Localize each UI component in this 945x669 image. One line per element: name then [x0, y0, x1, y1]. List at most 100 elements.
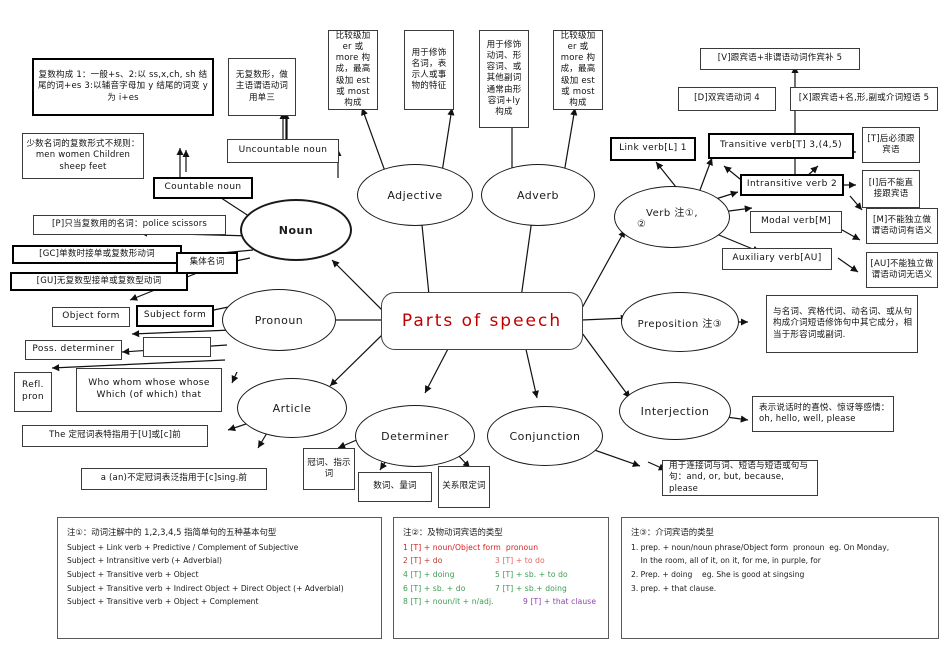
node-noun[interactable]: Noun — [240, 199, 352, 261]
note-3-line-1: In the room, all of it, on it, for me, i… — [631, 556, 821, 566]
determiner-label: Determiner — [381, 429, 449, 443]
uncountable-note-text: 无复数形，做主语谓语动词用单三 — [235, 70, 289, 103]
determiner-item-2-box: 数词、量词 — [358, 472, 432, 502]
note-2-line-4: 5 [T] + sb. + to do — [495, 569, 568, 579]
node-verb[interactable]: Verb 注①, ② — [614, 186, 730, 248]
adverb-comparison-text: 比较级加 er 或 more 构成，最高级加 est 或 most 构成 — [560, 30, 596, 109]
adjective-comparison-text: 比较级加 er 或 more 构成，最高级加 est 或 most 构成 — [335, 30, 371, 109]
intransitive-verb-box: Intransitive verb 2 — [740, 174, 844, 196]
note-2-line-0: 1 [T] + noun/Object form pronoun — [403, 542, 539, 552]
verb-label-line2: ② — [637, 219, 647, 230]
uncountable-noun-box: Uncountable noun — [227, 139, 339, 163]
noun-label: Noun — [278, 223, 314, 237]
noun-gu-box: [GU]无复数型接单或复数型动词 — [10, 272, 188, 291]
transitive-verb-box: Transitive verb[T] 3,(4,5) — [708, 133, 854, 159]
noun-plural-only-box: [P]只当复数用的名词：police scissors — [33, 215, 226, 235]
definite-article-text: The 定冠词表特指用于[U]或[c]前 — [49, 430, 181, 441]
note-2-panel: 注②：及物动词宾语的类型 1 [T] + noun/Object form pr… — [393, 517, 609, 639]
preposition-note-text: 与名词、宾格代词、动名词、或从句构成介词短语修饰句中其它成分，相当于形容词或副词… — [773, 307, 913, 340]
pronoun-blank-box — [143, 337, 211, 357]
note-3-line-0: 1. prep. + noun/noun phrase/Object form … — [631, 542, 890, 552]
node-article[interactable]: Article — [237, 378, 347, 438]
note-2-line-1: 2 [T] + do — [403, 556, 443, 566]
preposition-note-box: 与名词、宾格代词、动名词、或从句构成介词短语修饰句中其它成分，相当于形容词或副词… — [766, 295, 918, 353]
note-1-title: 注①：动词注解中的 1,2,3,4,5 指简单句的五种基本句型 — [67, 527, 277, 537]
noun-plural-rules-text: 复数构成 1：一般+s、2:以 ss,x,ch, sh 结尾的词+es 3:以辅… — [38, 70, 208, 103]
note-2-line-6: 7 [T] + sb.+ doing — [495, 583, 567, 593]
noun-irregular-plural-text: 少数名词的复数形式不规则： men women Children sheep f… — [26, 139, 140, 172]
object-form-box: Object form — [52, 307, 130, 327]
note-3-line-2: 2. Prep. + doing eg. She is good at sing… — [631, 569, 805, 579]
article-label: Article — [272, 401, 312, 415]
relative-pronoun-line1: Who whom whose whose — [88, 378, 210, 389]
determiner-item-1-box: 冠词、指示词 — [303, 448, 355, 490]
v-pattern-box: [V]跟宾语+非谓语动词作宾补 5 — [700, 48, 860, 70]
relative-pronoun-box: Who whom whose whose Which (of which) th… — [76, 368, 222, 412]
intransitive-verb-label: Intransitive verb 2 — [746, 179, 838, 190]
noun-gu-text: [GU]无复数型接单或复数型动词 — [36, 275, 162, 286]
countable-noun-label: Countable noun — [164, 182, 242, 193]
collective-noun-box: 集体名词 — [176, 252, 238, 274]
node-adverb[interactable]: Adverb — [481, 164, 595, 226]
indefinite-article-text: a (an)不定冠词表泛指用于[c]sing.前 — [100, 473, 248, 484]
determiner-item-3-box: 关系限定词 — [438, 466, 490, 508]
auxiliary-verb-box: Auxiliary verb[AU] — [722, 248, 832, 270]
poss-determiner-box: Poss. determiner — [25, 340, 122, 360]
adjective-usage-box: 用于修饰名词，表示人或事物的特征 — [404, 30, 454, 110]
definite-article-box: The 定冠词表特指用于[U]或[c]前 — [22, 425, 208, 447]
node-conjunction[interactable]: Conjunction — [487, 406, 603, 466]
note-2-line-8: 9 [T] + that clause — [523, 597, 597, 607]
uncountable-note-box: 无复数形，做主语谓语动词用单三 — [228, 58, 296, 116]
note-1-panel: 注①：动词注解中的 1,2,3,4,5 指简单句的五种基本句型 Subject … — [57, 517, 382, 639]
node-interjection[interactable]: Interjection — [619, 382, 731, 440]
conjunction-label: Conjunction — [509, 429, 581, 443]
d-pattern-box: [D]双宾语动词 4 — [678, 87, 776, 111]
refl-pron-line1: Refl. — [22, 380, 44, 391]
note-2-line-7: 8 [T] + noun/it + n/adj. — [403, 597, 494, 607]
determiner-item-3-text: 关系限定词 — [442, 481, 486, 492]
note-1-line-0: Subject + Link verb + Predictive / Compl… — [67, 542, 299, 552]
x-pattern-box: [X]跟宾语+名,形,副或介词短语 5 — [790, 87, 938, 111]
link-verb-label: Link verb[L] 1 — [619, 143, 687, 154]
preposition-label: Preposition 注③ — [637, 318, 723, 330]
interjection-label: Interjection — [640, 404, 710, 418]
d-pattern-text: [D]双宾语动词 4 — [694, 93, 760, 104]
uncountable-noun-label: Uncountable noun — [238, 145, 328, 156]
v-pattern-text: [V]跟宾语+非谓语动词作宾补 5 — [717, 53, 843, 64]
countable-noun-box: Countable noun — [153, 177, 253, 199]
m-note-text: [M]不能独立做谓语动词有语义 — [871, 214, 933, 236]
adverb-label: Adverb — [516, 188, 560, 202]
note-1-line-2: Subject + Transitive verb + Object — [67, 569, 199, 579]
subject-form-box: Subject form — [136, 305, 214, 327]
node-preposition[interactable]: Preposition 注③ — [621, 292, 739, 352]
note-2-line-5: 6 [T] + sb. + do — [403, 583, 466, 593]
subject-form-label: Subject form — [143, 310, 207, 321]
node-adjective[interactable]: Adjective — [357, 164, 473, 226]
t-note-box: [T]后必须跟宾语 — [862, 127, 920, 163]
i-note-box: [I]后不能直接跟宾语 — [862, 170, 920, 208]
adjective-usage-text: 用于修饰名词，表示人或事物的特征 — [411, 47, 447, 92]
note-3-line-3: 3. prep. + that clause. — [631, 583, 717, 593]
interjection-note-text: 表示说话时的喜悦、惊讶等感情：oh, hello, well, please — [759, 402, 890, 424]
node-pronoun[interactable]: Pronoun — [222, 289, 336, 351]
note-3-title: 注③：介词宾语的类型 — [631, 527, 714, 537]
determiner-item-2-text: 数词、量词 — [373, 481, 417, 492]
interjection-note-box: 表示说话时的喜悦、惊讶等感情：oh, hello, well, please — [752, 396, 894, 432]
noun-plural-only-text: [P]只当复数用的名词：police scissors — [51, 219, 208, 230]
center-node-parts-of-speech[interactable]: Parts of speech — [381, 292, 583, 350]
verb-label-line1: Verb 注①, — [646, 208, 698, 219]
i-note-text: [I]后不能直接跟宾语 — [868, 177, 914, 199]
collective-noun-text: 集体名词 — [189, 257, 225, 268]
object-form-label: Object form — [62, 311, 120, 322]
au-note-box: [AU]不能独立做谓语动词无语义 — [866, 252, 938, 288]
refl-pron-box: Refl. pron — [14, 372, 52, 412]
modal-verb-box: Modal verb[M] — [750, 211, 842, 233]
center-node-label: Parts of speech — [401, 311, 563, 331]
indefinite-article-box: a (an)不定冠词表泛指用于[c]sing.前 — [81, 468, 267, 490]
note-1-line-1: Subject + Intransitive verb (+ Adverbial… — [67, 556, 223, 566]
auxiliary-verb-label: Auxiliary verb[AU] — [732, 253, 822, 264]
node-determiner[interactable]: Determiner — [355, 405, 475, 467]
noun-plural-rules-box: 复数构成 1：一般+s、2:以 ss,x,ch, sh 结尾的词+es 3:以辅… — [32, 58, 214, 116]
mindmap-canvas: 复数构成 1：一般+s、2:以 ss,x,ch, sh 结尾的词+es 3:以辅… — [0, 0, 945, 669]
refl-pron-line2: pron — [21, 392, 45, 402]
